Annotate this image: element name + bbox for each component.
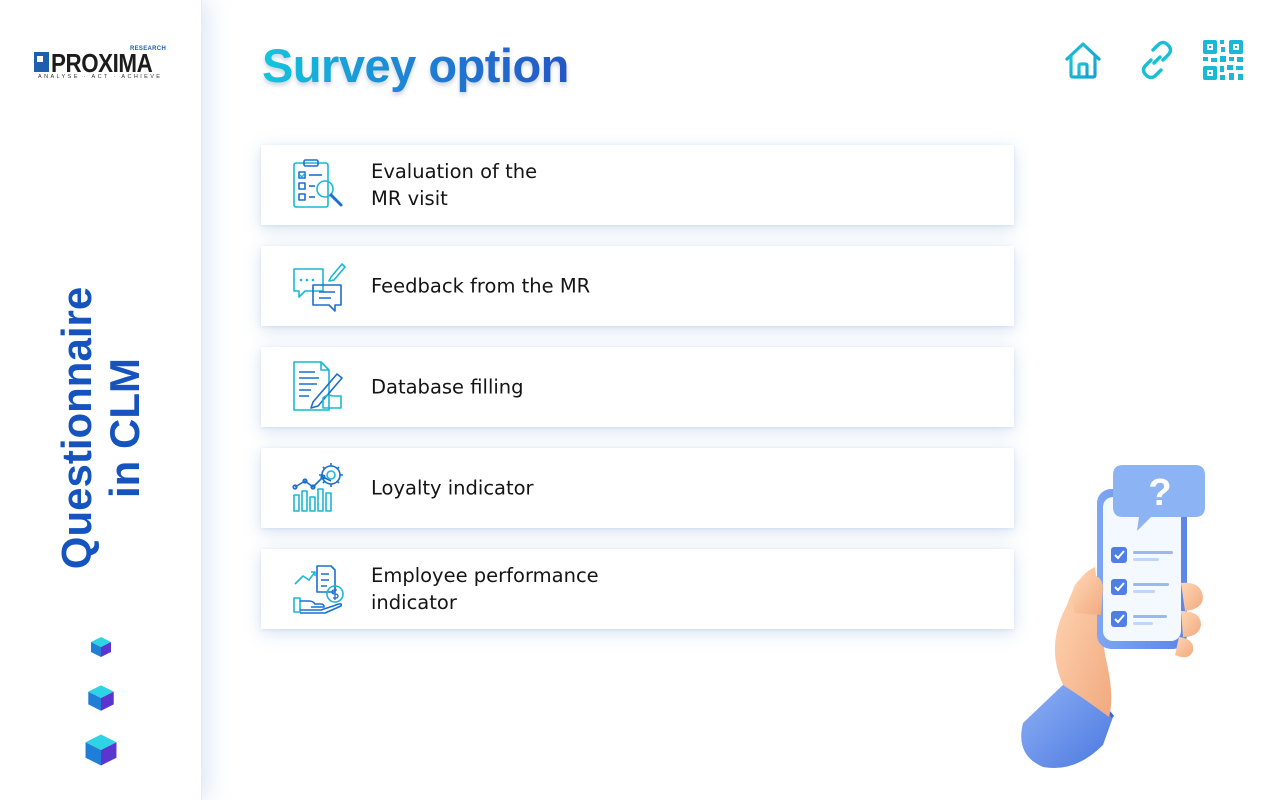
option-label: Loyalty indicator bbox=[371, 476, 534, 500]
logo-superscript: RESEARCH bbox=[130, 46, 167, 52]
home-button[interactable] bbox=[1060, 36, 1106, 84]
option-loyalty-indicator[interactable]: Loyalty indicator bbox=[261, 448, 1014, 528]
top-toolbar bbox=[1046, 36, 1246, 84]
cube-large-icon bbox=[85, 734, 117, 766]
proxima-logo[interactable]: PROXIMA RESEARCH ANALYSE · ACT · ACHIEVE bbox=[34, 46, 174, 86]
chat-feedback-icon bbox=[293, 263, 346, 312]
logo-mark-icon bbox=[34, 52, 49, 72]
link-button[interactable] bbox=[1134, 36, 1180, 84]
option-evaluation-mr-visit[interactable]: Evaluation of the MR visit bbox=[261, 145, 1014, 225]
option-label: Evaluation of the MR visit bbox=[371, 160, 538, 210]
hand-phone-illustration: ? bbox=[1021, 465, 1205, 769]
clipboard-search-icon bbox=[293, 159, 343, 208]
sidebar: PROXIMA RESEARCH ANALYSE · ACT · ACHIEVE… bbox=[0, 0, 202, 800]
link-icon bbox=[1141, 40, 1173, 80]
vertical-title-line-1: Questionnaire bbox=[53, 286, 100, 570]
sidebar-vertical-title: Questionnaire in CLM bbox=[53, 248, 149, 608]
hand-money-icon bbox=[293, 565, 344, 614]
option-label: Employee performance indicator bbox=[371, 564, 599, 614]
option-label: Feedback from the MR bbox=[371, 274, 591, 298]
option-employee-performance[interactable]: Employee performance indicator bbox=[261, 549, 1014, 629]
option-database-filling[interactable]: Database filling bbox=[261, 347, 1014, 427]
cube-medium-icon bbox=[88, 685, 114, 711]
home-icon bbox=[1065, 42, 1101, 79]
option-feedback-from-mr[interactable]: Feedback from the MR bbox=[261, 246, 1014, 326]
vertical-title-line-2: in CLM bbox=[101, 358, 148, 498]
option-label: Database filling bbox=[371, 375, 524, 399]
svg-text:?: ? bbox=[1148, 472, 1171, 514]
document-edit-icon bbox=[293, 361, 343, 411]
page-title: Survey option bbox=[262, 39, 569, 92]
chart-gear-icon bbox=[292, 463, 343, 512]
cube-small-icon bbox=[91, 637, 111, 657]
qr-code-button[interactable] bbox=[1200, 36, 1246, 84]
logo-tagline: ANALYSE · ACT · ACHIEVE bbox=[38, 74, 163, 80]
qr-code-icon bbox=[1203, 40, 1243, 80]
